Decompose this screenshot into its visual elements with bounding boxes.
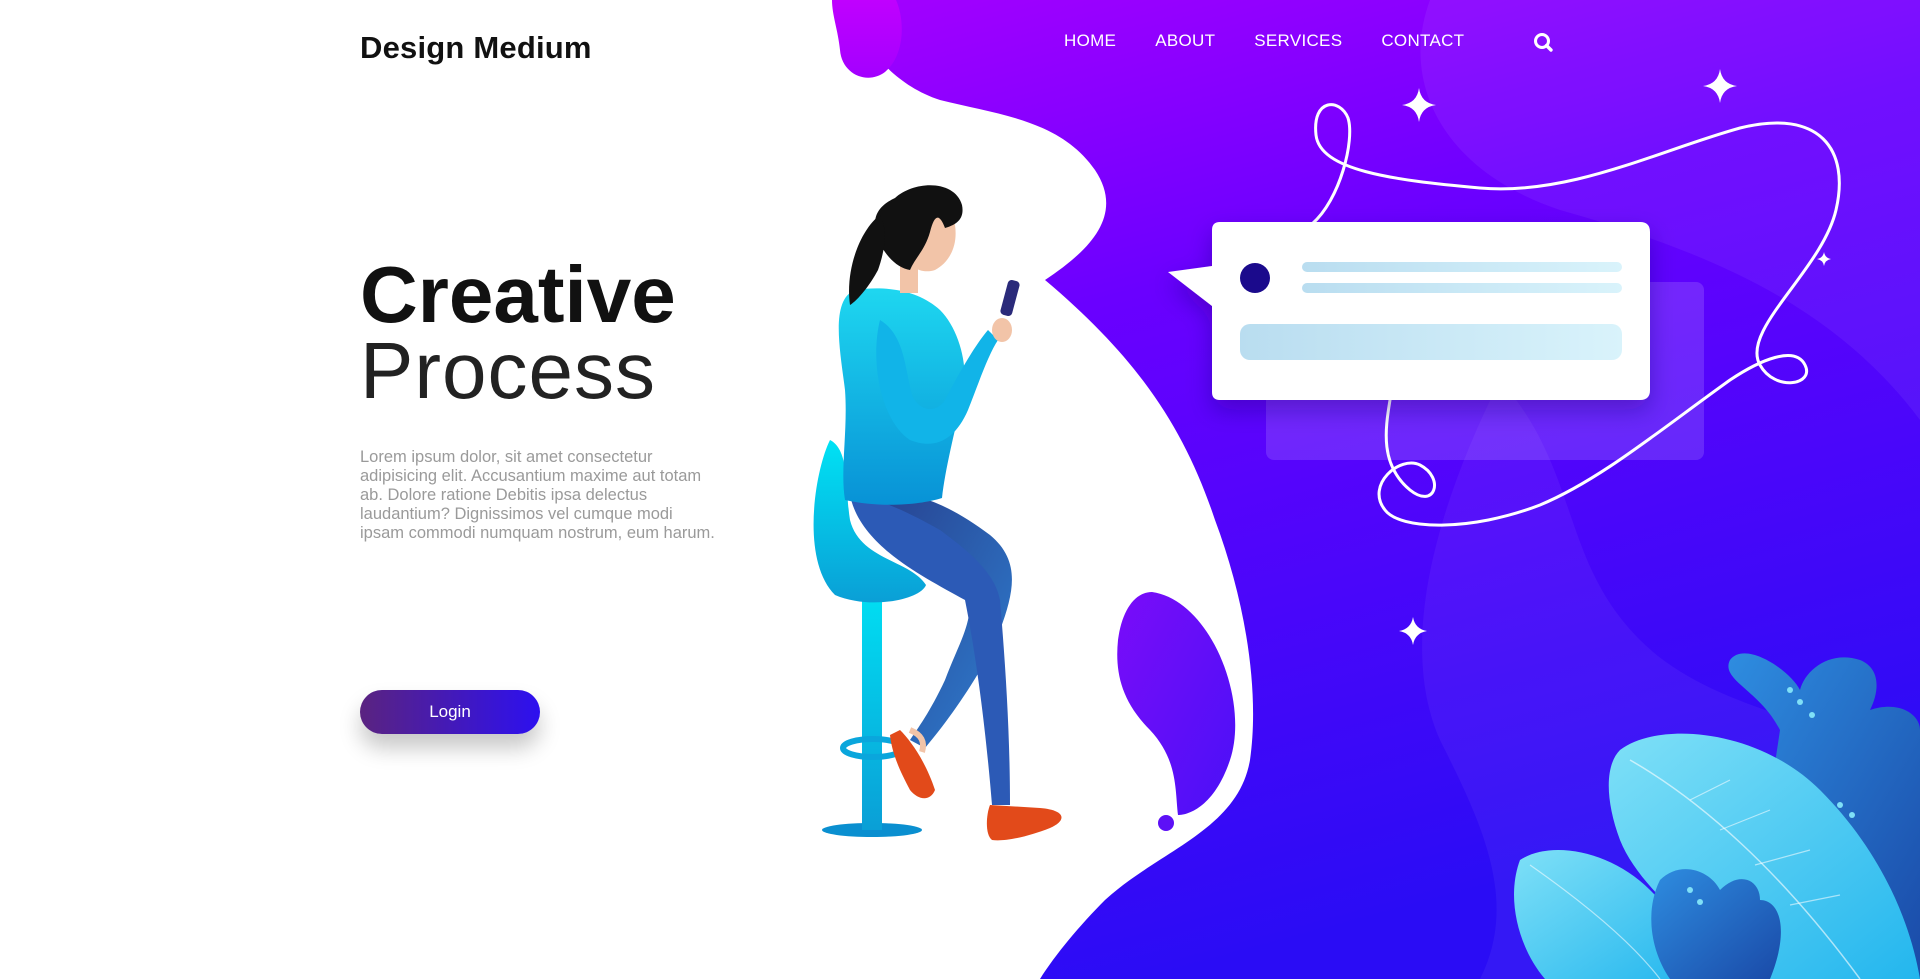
- hero-title: Creative Process: [360, 250, 676, 415]
- login-button[interactable]: Login: [360, 690, 540, 734]
- chat-avatar-dot: [1240, 263, 1270, 293]
- main-nav: HOME ABOUT SERVICES CONTACT: [1064, 31, 1464, 51]
- nav-services[interactable]: SERVICES: [1254, 31, 1342, 51]
- chat-input-bar: [1240, 324, 1622, 360]
- chat-bubble-icon: [1168, 222, 1650, 400]
- brand-logo[interactable]: Design Medium: [360, 30, 592, 66]
- nav-about[interactable]: ABOUT: [1155, 31, 1215, 51]
- hero-illustration: [813, 0, 1920, 979]
- drip-blob: [1117, 592, 1236, 815]
- search-icon: [1534, 33, 1553, 52]
- hero-title-line1: Creative: [360, 250, 676, 339]
- nav-home[interactable]: HOME: [1064, 31, 1116, 51]
- drip-dot: [1158, 815, 1174, 831]
- chat-line: [1302, 283, 1622, 293]
- nav-contact[interactable]: CONTACT: [1381, 31, 1464, 51]
- landing-page: Design Medium HOME ABOUT SERVICES CONTAC…: [0, 0, 1920, 979]
- search-button[interactable]: [1531, 30, 1557, 56]
- chat-line: [1302, 262, 1622, 272]
- hero-title-line2: Process: [360, 326, 656, 415]
- hero-description: Lorem ipsum dolor, sit amet consectetur …: [360, 448, 715, 542]
